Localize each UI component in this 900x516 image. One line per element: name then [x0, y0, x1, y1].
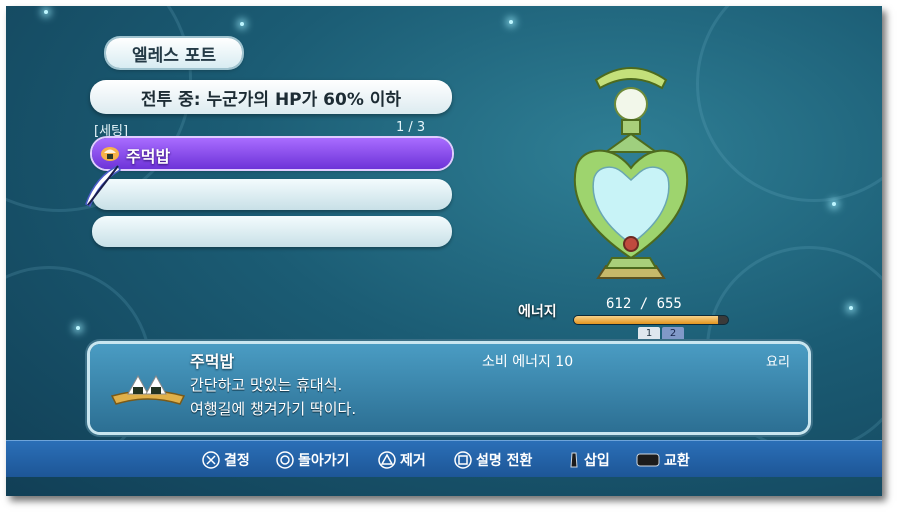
hint-remove[interactable]: 제거: [378, 450, 426, 470]
hint-label: 제거: [400, 453, 426, 469]
square-button-icon: [454, 451, 472, 469]
energy-cost: 소비 에너지 10: [482, 354, 574, 370]
sparkle: [832, 202, 836, 206]
r-stick-icon: [568, 451, 580, 469]
hint-label: 설명 전환: [476, 453, 533, 469]
hint-toggle-description[interactable]: 설명 전환: [454, 450, 532, 470]
hint-back[interactable]: 돌아가기: [276, 450, 350, 470]
cross-button-icon: [202, 451, 220, 469]
rice-ball-platter-icon: [110, 368, 186, 412]
triangle-button-icon: [378, 451, 396, 469]
item-slot-3[interactable]: [92, 216, 452, 247]
energy-bar: [574, 316, 728, 324]
trigger-condition[interactable]: 전투 중: 누군가의 HP가 60% 이하: [90, 80, 452, 114]
sparkle: [44, 10, 48, 14]
hint-label: 돌아가기: [298, 453, 350, 469]
hint-label: 결정: [224, 453, 250, 469]
sparkle: [509, 20, 513, 24]
item-name: 주먹밥: [190, 352, 235, 371]
controls-bar: 결정 돌아가기 제거 설명 전환 삽입 교환: [6, 440, 882, 477]
rice-ball-icon: [100, 144, 120, 166]
game-screen: 엘레스 포트 전투 중: 누군가의 HP가 60% 이하 [세팅] 1 / 3 …: [6, 6, 882, 496]
settings-label: [세팅]: [94, 124, 129, 139]
item-slot-label: 주먹밥: [126, 147, 171, 166]
hint-insert[interactable]: 삽입: [568, 450, 610, 470]
touchpad-icon: [636, 452, 660, 468]
item-description-line: 간단하고 맛있는 휴대식.: [190, 376, 343, 394]
energy-label: 에너지: [518, 304, 557, 320]
page-tab-2[interactable]: 2: [662, 327, 684, 341]
background-ornament: [696, 6, 882, 202]
hint-label: 삽입: [584, 453, 610, 469]
hint-swap[interactable]: 교환: [636, 450, 690, 470]
energy-bar-fill: [574, 316, 718, 324]
item-category: 요리: [766, 355, 790, 370]
sparkle: [849, 306, 853, 310]
hint-confirm[interactable]: 결정: [202, 450, 250, 470]
item-slot-1[interactable]: 주먹밥: [92, 138, 452, 169]
sparkle: [76, 326, 80, 330]
sparkle: [240, 22, 244, 26]
energy-value: 612 / 655: [606, 296, 682, 312]
menu-title: 엘레스 포트: [106, 38, 242, 68]
item-description-line: 여행길에 챙겨가기 딱이다.: [190, 400, 357, 418]
elles-pot-bottle-icon: [566, 58, 696, 288]
item-slot-2[interactable]: [92, 179, 452, 210]
feather-cursor-icon: [82, 164, 122, 212]
page-tab-1[interactable]: 1: [638, 327, 660, 341]
hint-label: 교환: [664, 453, 690, 469]
circle-button-icon: [276, 451, 294, 469]
settings-page-count: 1 / 3: [396, 120, 426, 135]
